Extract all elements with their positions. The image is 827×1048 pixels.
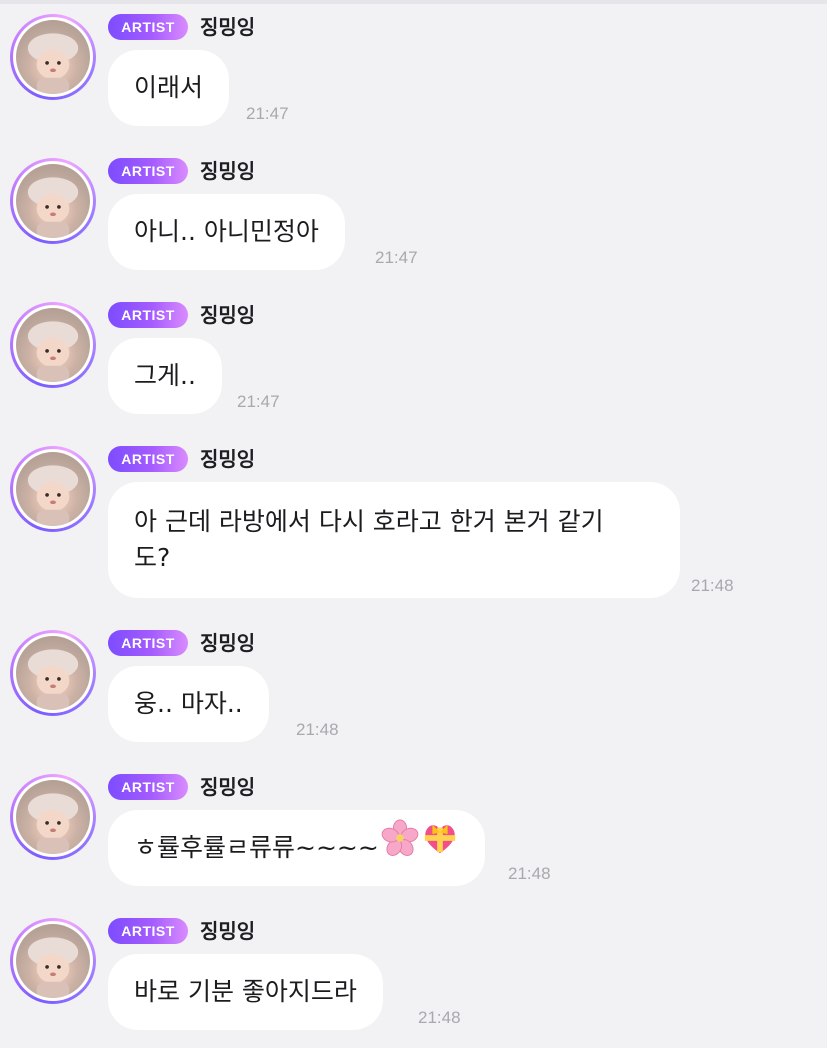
message-text-line: 도?: [134, 543, 171, 572]
artist-badge: ARTIST: [108, 918, 188, 944]
avatar-photo: [16, 780, 90, 854]
message-bubble[interactable]: 아니.. 아니민정아: [108, 194, 345, 270]
message-bubble[interactable]: ㅎ률후률ㄹ류류~~~~: [108, 810, 485, 886]
artist-badge: ARTIST: [108, 630, 188, 656]
message-timestamp: 21:47: [237, 392, 280, 411]
heart-with-ribbon-icon: [421, 811, 459, 887]
avatar[interactable]: [10, 158, 96, 244]
message-timestamp: 21:48: [418, 1008, 461, 1027]
cherry-blossom-icon: [381, 811, 419, 887]
avatar-photo: [16, 452, 90, 526]
avatar-photo: [16, 924, 90, 998]
chat-message: ARTIST 징밍잉 아 근데 라방에서 다시 호라고 한거 본거 같기 도? …: [0, 432, 827, 616]
chat-message: ARTIST 징밍잉 바로 기분 좋아지드라 21:48: [0, 904, 827, 1048]
sender-name: 징밍잉: [200, 631, 256, 655]
message-bubble[interactable]: 그게..: [108, 338, 222, 414]
artist-badge: ARTIST: [108, 158, 188, 184]
avatar[interactable]: [10, 446, 96, 532]
message-timestamp: 21:48: [296, 720, 339, 739]
avatar[interactable]: [10, 774, 96, 860]
avatar-photo: [16, 636, 90, 710]
artist-badge: ARTIST: [108, 14, 188, 40]
avatar-photo: [16, 308, 90, 382]
avatar[interactable]: [10, 302, 96, 388]
chat-message: ARTIST 징밍잉 ㅎ률후률ㄹ류류~~~~ 21:48: [0, 760, 827, 904]
chat-message: ARTIST 징밍잉 웅.. 마자.. 21:48: [0, 616, 827, 760]
message-timestamp: 21:48: [691, 576, 734, 595]
message-bubble[interactable]: 웅.. 마자..: [108, 666, 269, 742]
avatar[interactable]: [10, 14, 96, 100]
avatar-photo: [16, 20, 90, 94]
artist-badge: ARTIST: [108, 774, 188, 800]
message-bubble[interactable]: 이래서: [108, 50, 230, 126]
sender-name: 징밍잉: [200, 159, 256, 183]
avatar-photo: [16, 164, 90, 238]
sender-name: 징밍잉: [200, 15, 256, 39]
chat-message: ARTIST 징밍잉 그게.. 21:47: [0, 288, 827, 432]
message-bubble[interactable]: 바로 기분 좋아지드라: [108, 954, 383, 1030]
chat-message: ARTIST 징밍잉 이래서 21:47: [0, 0, 827, 144]
artist-badge: ARTIST: [108, 302, 188, 328]
message-bubble[interactable]: 아 근데 라방에서 다시 호라고 한거 본거 같기 도?: [108, 482, 680, 598]
message-timestamp: 21:47: [375, 248, 418, 267]
sender-name: 징밍잉: [200, 919, 256, 943]
message-timestamp: 21:47: [246, 104, 289, 123]
avatar[interactable]: [10, 630, 96, 716]
chat-message: ARTIST 징밍잉 아니.. 아니민정아 21:47: [0, 144, 827, 288]
sender-name: 징밍잉: [200, 775, 256, 799]
message-text: ㅎ률후률ㄹ류류~~~~: [134, 833, 379, 862]
artist-badge: ARTIST: [108, 446, 188, 472]
avatar[interactable]: [10, 918, 96, 1004]
sender-name: 징밍잉: [200, 447, 256, 471]
sender-name: 징밍잉: [200, 303, 256, 327]
message-text-line: 아 근데 라방에서 다시 호라고 한거 본거 같기: [134, 507, 604, 536]
message-timestamp: 21:48: [508, 864, 551, 883]
